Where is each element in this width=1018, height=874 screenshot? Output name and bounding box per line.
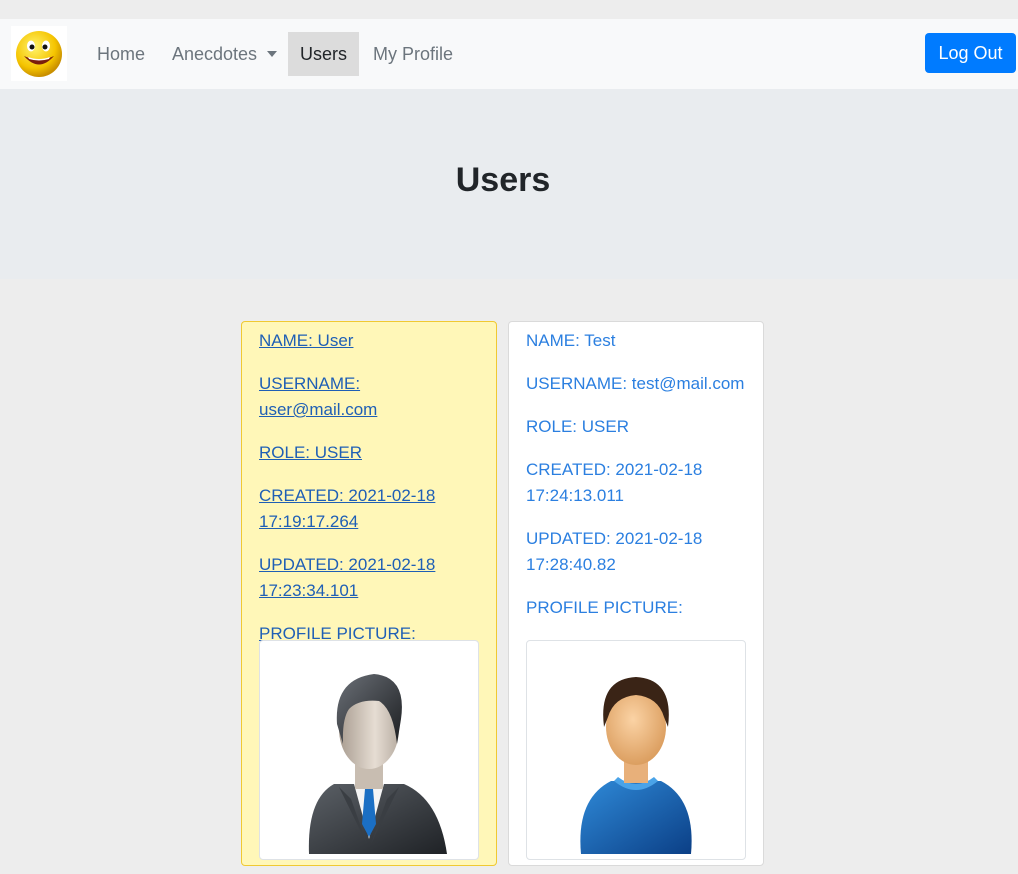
user-created[interactable]: CREATED: 2021-02-18 17:24:13.011 <box>526 457 746 509</box>
user-card[interactable]: NAME: Test USERNAME: test@mail.com ROLE:… <box>508 321 764 866</box>
user-username[interactable]: USERNAME: test@mail.com <box>526 371 746 397</box>
nav-home[interactable]: Home <box>87 32 155 76</box>
smiley-face-icon <box>16 30 62 77</box>
user-updated[interactable]: UPDATED: 2021-02-18 17:28:40.82 <box>526 526 746 578</box>
user-name[interactable]: NAME: User <box>259 328 479 354</box>
user-picture-label[interactable]: PROFILE PICTURE: <box>526 595 746 621</box>
navbar: Home Anecdotes Users My Profile Log Out <box>0 19 1018 89</box>
chevron-down-icon <box>267 51 278 57</box>
user-role[interactable]: ROLE: USER <box>259 440 479 466</box>
page-title: Users <box>455 161 551 199</box>
user-created[interactable]: CREATED: 2021-02-18 17:19:17.264 <box>259 483 479 535</box>
businessman-avatar-icon <box>308 674 447 854</box>
brand-logo[interactable] <box>11 26 67 81</box>
nav-anecdotes-dropdown[interactable]: Anecdotes <box>162 32 287 76</box>
user-name[interactable]: NAME: Test <box>526 328 746 354</box>
nav-users[interactable]: Users <box>288 32 359 76</box>
user-role[interactable]: ROLE: USER <box>526 414 746 440</box>
person-avatar-icon <box>580 677 692 854</box>
profile-picture <box>526 640 746 860</box>
user-card[interactable]: NAME: User USERNAME: user@mail.com ROLE:… <box>241 321 497 866</box>
user-updated[interactable]: UPDATED: 2021-02-18 17:23:34.101 <box>259 552 479 604</box>
logout-button[interactable]: Log Out <box>925 33 1016 73</box>
nav-anecdotes-label: Anecdotes <box>172 44 258 64</box>
user-username[interactable]: USERNAME: user@mail.com <box>259 371 479 423</box>
page-header: Users <box>0 89 1018 279</box>
nav-my-profile[interactable]: My Profile <box>363 32 463 76</box>
window-top-band <box>0 0 1018 19</box>
profile-picture <box>259 640 479 860</box>
